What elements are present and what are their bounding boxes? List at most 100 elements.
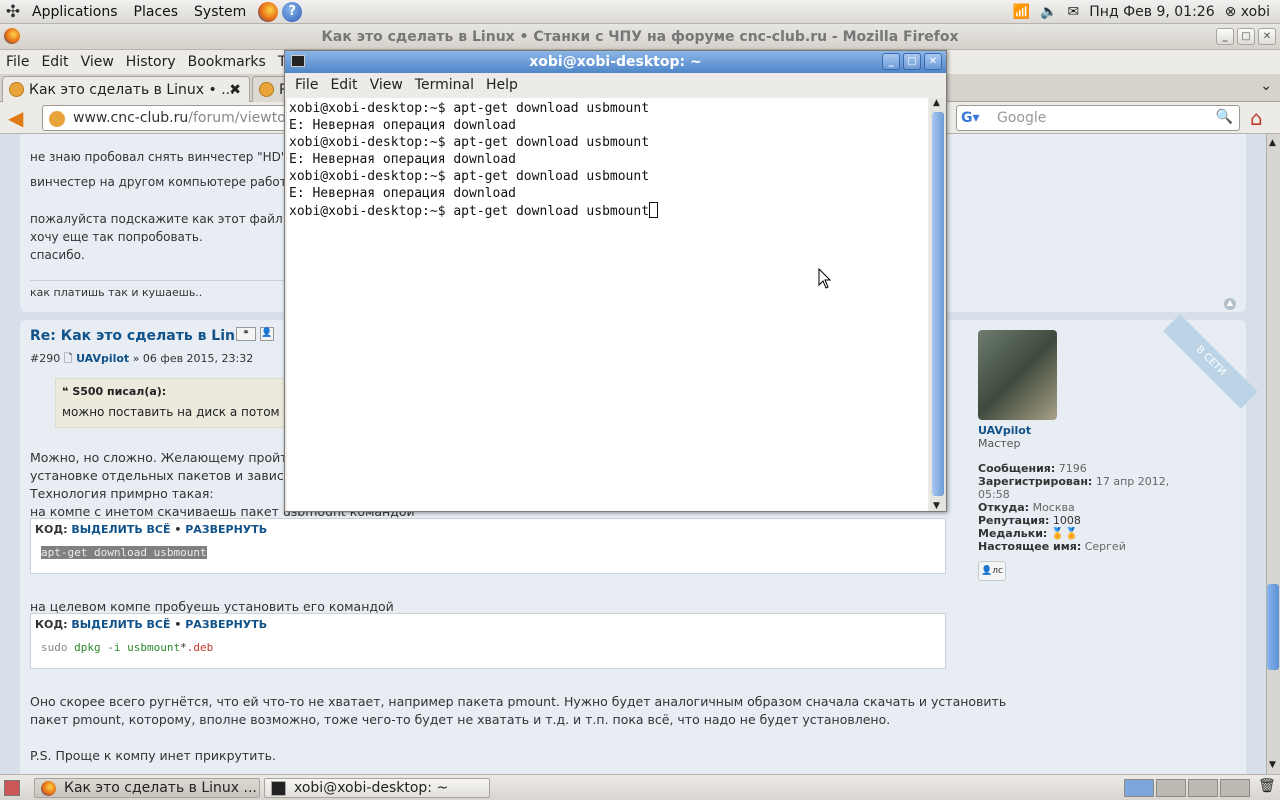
menu-file[interactable]: File (0, 54, 35, 70)
profile-name[interactable]: UAVpilot (978, 424, 1188, 437)
terminal-close-button[interactable]: ✕ (924, 53, 942, 70)
firefox-titlebar[interactable]: Как это сделать в Linux • Станки с ЧПУ н… (0, 24, 1280, 50)
page-scroll-thumb[interactable] (1267, 584, 1279, 670)
terminal-menu-help[interactable]: Help (480, 77, 524, 93)
volume-icon[interactable]: 🔈 (1040, 4, 1057, 20)
profile-icon[interactable]: 👤 (260, 327, 274, 341)
scroll-up-icon[interactable]: ▲ (1269, 138, 1276, 148)
link-icon[interactable]: ⚭ (236, 327, 256, 341)
search-icon[interactable]: 🔍 (1216, 109, 1233, 125)
close-button[interactable]: ✕ (1258, 28, 1276, 45)
gnome-foot-icon[interactable]: ✣ (2, 1, 24, 23)
body-line: пакет pmount, которому, вполне возможно,… (30, 712, 891, 727)
page-scrollbar[interactable]: ▲ ▼ (1266, 134, 1280, 774)
terminal-window[interactable]: xobi@xobi-desktop: ~ _ □ ✕ File Edit Vie… (284, 50, 947, 512)
home-icon[interactable]: ⌂ (1250, 106, 1263, 130)
search-engine-icon[interactable]: G▾ (961, 110, 980, 126)
firefox-window-title: Как это сделать в Linux • Станки с ЧПУ н… (321, 28, 959, 45)
trash-icon[interactable]: 🗑 (1258, 778, 1276, 794)
firefox-window-icon[interactable] (4, 28, 20, 44)
post-date: » 06 фев 2015, 23:32 (132, 352, 254, 365)
terminal-scrollbar[interactable]: ▲ ▼ (930, 98, 946, 511)
terminal-menubar: File Edit View Terminal Help (285, 73, 946, 97)
terminal-line: xobi@xobi-desktop:~$ apt-get download us… (289, 169, 650, 184)
applications-menu[interactable]: Applications (24, 4, 126, 20)
code-line[interactable]: apt-get download usbmount (41, 546, 941, 559)
code-line[interactable]: sudo dpkg -i usbmount*.deb (41, 641, 941, 654)
signature: как платишь так и кушаешь.. (30, 286, 203, 299)
tab-list-chevron-icon[interactable]: ⌄ (1260, 78, 1272, 94)
user-menu[interactable]: ⊗ xobi (1225, 4, 1270, 20)
wifi-icon[interactable]: 📶 (1013, 4, 1030, 20)
profile-from: Откуда: Москва (978, 501, 1188, 514)
terminal-maximize-button[interactable]: □ (903, 53, 921, 70)
tab-close-icon[interactable]: ✖ (229, 82, 241, 98)
profile-realname: Настоящее имя: Сергей (978, 540, 1188, 553)
terminal-menu-file[interactable]: File (289, 77, 324, 93)
tab-active[interactable]: Как это сделать в Linux • ... ✖ (2, 76, 250, 102)
menu-edit[interactable]: Edit (35, 54, 74, 70)
terminal-menu-edit[interactable]: Edit (324, 77, 363, 93)
select-all-link[interactable]: ВЫДЕЛИТЬ ВСЁ (71, 523, 170, 536)
avatar[interactable] (978, 330, 1057, 420)
back-to-top-icon[interactable]: ▲ (1224, 298, 1236, 310)
help-launcher-icon[interactable]: ? (282, 1, 303, 22)
terminal-cursor (649, 202, 659, 218)
menu-view[interactable]: View (75, 54, 120, 70)
terminal-scroll-down-icon[interactable]: ▼ (933, 501, 940, 511)
post-title[interactable]: Re: Как это сделать в Linux (30, 328, 254, 344)
workspace-1[interactable] (1124, 779, 1154, 797)
signature-divider (30, 280, 290, 281)
search-bar[interactable]: G▾ Google 🔍 (956, 105, 1240, 131)
maximize-button[interactable]: □ (1237, 28, 1255, 45)
code-header: КОД: ВЫДЕЛИТЬ ВСЁ • РАЗВЕРНУТЬ (35, 618, 941, 631)
post-author[interactable]: UAVpilot (76, 352, 129, 365)
workspace-2[interactable] (1156, 779, 1186, 797)
back-arrow-icon[interactable]: ◀ (8, 106, 23, 130)
code-glob: * (180, 641, 187, 654)
mouse-pointer-icon (818, 268, 832, 289)
code-label: КОД: (35, 618, 68, 631)
expand-link[interactable]: РАЗВЕРНУТЬ (185, 618, 267, 631)
taskbar-terminal-label: xobi@xobi-desktop: ~ (294, 780, 449, 796)
show-desktop-icon[interactable] (4, 780, 20, 796)
clock[interactable]: Пнд Фев 9, 01:26 (1089, 4, 1214, 20)
profile-posts-value: 7196 (1058, 462, 1087, 475)
terminal-scroll-up-icon[interactable]: ▲ (933, 98, 940, 108)
profile-medals-label: Медальки: (978, 527, 1048, 540)
workspace-3[interactable] (1188, 779, 1218, 797)
system-menu[interactable]: System (186, 4, 254, 20)
terminal-menu-terminal[interactable]: Terminal (409, 77, 480, 93)
post-number[interactable]: #290 (30, 352, 60, 365)
body-line: P.S. Проще к компу инет прикрутить. (30, 748, 276, 763)
menu-history[interactable]: History (120, 54, 182, 70)
terminal-line: xobi@xobi-desktop:~$ apt-get download us… (289, 101, 650, 116)
terminal-screen[interactable]: xobi@xobi-desktop:~$ apt-get download us… (287, 98, 928, 511)
code-sep: • (174, 523, 182, 536)
terminal-titlebar[interactable]: xobi@xobi-desktop: ~ _ □ ✕ (285, 51, 946, 73)
taskbar-firefox[interactable]: Как это сделать в Linux ... (34, 778, 260, 798)
pm-user-icon: 👤 (981, 566, 993, 576)
places-menu[interactable]: Places (126, 4, 187, 20)
minimize-button[interactable]: _ (1216, 28, 1234, 45)
terminal-window-icon[interactable] (291, 55, 305, 67)
url-bar[interactable]: www.cnc-club.ru/forum/viewtopi (42, 105, 302, 131)
site-identity-icon[interactable] (49, 111, 65, 127)
bottom-panel: Как это сделать в Linux ... xobi@xobi-de… (0, 774, 1280, 800)
firefox-launcher-icon[interactable] (258, 1, 279, 22)
power-icon: ⊗ (1224, 4, 1237, 20)
terminal-minimize-button[interactable]: _ (882, 53, 900, 70)
expand-link[interactable]: РАЗВЕРНУТЬ (185, 523, 267, 536)
workspace-4[interactable] (1220, 779, 1250, 797)
terminal-scroll-thumb[interactable] (932, 112, 944, 496)
body-line: установке отдельных пакетов и зависим (30, 468, 302, 483)
mail-icon[interactable]: ✉ (1068, 4, 1080, 20)
pm-button[interactable]: 👤 лс (978, 561, 1006, 581)
body-line: Технология примрно такая: (30, 486, 214, 501)
terminal-menu-view[interactable]: View (364, 77, 409, 93)
taskbar-terminal[interactable]: xobi@xobi-desktop: ~ (264, 778, 490, 798)
menu-bookmarks[interactable]: Bookmarks (182, 54, 272, 70)
select-all-link[interactable]: ВЫДЕЛИТЬ ВСЁ (71, 618, 170, 631)
post-doc-icon: 🗋 (63, 352, 73, 365)
scroll-down-icon[interactable]: ▼ (1269, 760, 1276, 770)
